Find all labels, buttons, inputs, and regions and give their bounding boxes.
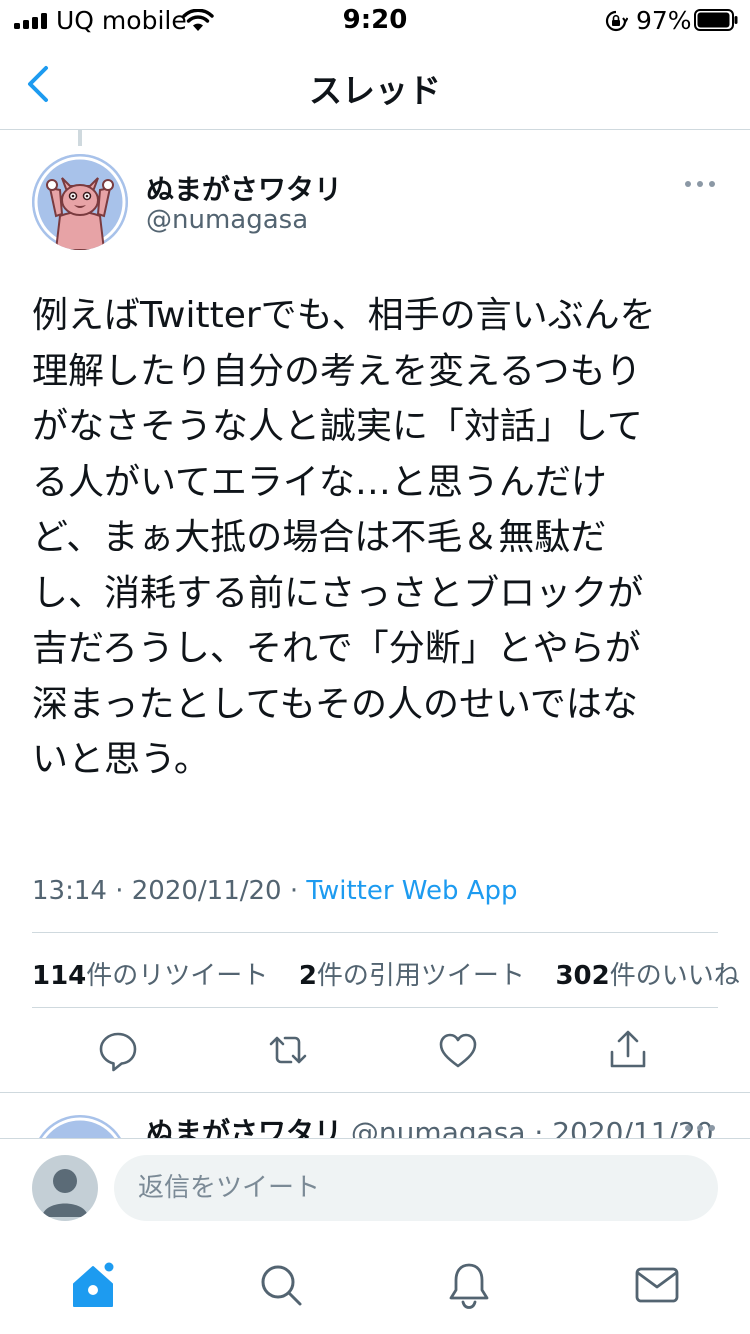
retweet-button[interactable]: [268, 1026, 308, 1074]
like-button[interactable]: [438, 1026, 478, 1074]
tweet-meta: 13:14 · 2020/11/20 · Twitter Web App: [32, 876, 518, 906]
reply-icon: [99, 1032, 137, 1072]
retweets-count: 114: [32, 961, 87, 991]
reply-button[interactable]: [98, 1026, 138, 1074]
tweet-text-line: し、消耗する前にさっさとブロックが: [32, 572, 644, 614]
bell-icon: [449, 1263, 489, 1309]
cat-character-avatar: [41, 1117, 119, 1138]
tab-search[interactable]: [258, 1260, 304, 1310]
tweet-text-line: 吉だろうし、それで「分断」とやらが: [32, 628, 641, 669]
divider: [32, 1007, 718, 1008]
tweet-source-link[interactable]: Twitter Web App: [306, 876, 517, 906]
tweet-actions: [0, 1026, 750, 1074]
home-icon: [73, 1260, 116, 1307]
page-title: スレッド: [309, 71, 441, 110]
tweet-time: 13:14: [32, 876, 107, 906]
avatar[interactable]: [32, 1155, 98, 1221]
tweet-text-line: 深まったとしてもその人のせいではな: [32, 683, 638, 725]
avatar[interactable]: [32, 1115, 128, 1138]
tweet-text-line: いと思う。: [32, 739, 210, 780]
search-icon: [261, 1265, 302, 1306]
thread-connector: [78, 130, 82, 146]
engagement-stats: 114件のリツイート 2件の引用ツイート 302件のいいね: [32, 955, 740, 992]
meta-separator: ·: [115, 876, 132, 906]
author-handle[interactable]: @numagasa: [146, 205, 308, 235]
heart-icon: [439, 1033, 477, 1068]
tweet-text-line: 理解したり自分の考えを変えるつもり: [32, 350, 642, 392]
tweet-text: 例えばTwitterでも、相手の言いぶんを 理解したり自分の考えを変えるつもり …: [32, 288, 722, 788]
status-bar: UQ mobile 9:20 97%: [0, 0, 750, 42]
tweet-text-line: ど、まぁ大抵の場合は不毛＆無駄だ: [32, 517, 607, 558]
cat-character-avatar: [32, 154, 128, 250]
rotation-lock-icon: [605, 10, 628, 32]
battery-percentage: 97%: [636, 6, 692, 35]
battery-icon: [694, 9, 738, 31]
share-button[interactable]: [608, 1026, 648, 1074]
envelope-icon: [635, 1267, 679, 1303]
tab-messages[interactable]: [634, 1260, 680, 1310]
quotes-label: 件の引用ツイート: [316, 961, 525, 991]
divider: [32, 932, 718, 933]
top-nav-bar: スレッド: [0, 42, 750, 130]
default-profile-icon: [42, 1169, 88, 1217]
reply-header: ぬまがさワタリ @numagasa · 2020/11/20: [146, 1111, 714, 1138]
retweets-label: 件のリツイート: [86, 961, 269, 991]
likes-label: 件のいいね: [609, 961, 740, 991]
share-icon: [610, 1030, 646, 1068]
tab-notifications[interactable]: [446, 1260, 492, 1310]
quotes-count: 2: [298, 961, 317, 991]
more-options-icon[interactable]: [683, 175, 717, 193]
tweet-text-line: る人がいてエライな…と思うんだけ: [32, 461, 607, 503]
reply-input[interactable]: [114, 1155, 718, 1221]
tweet-date: 2020/11/20: [131, 876, 282, 906]
tweet-text-line: がなさそうな人と誠実に「対話」して: [32, 406, 643, 447]
quotes-stat[interactable]: 2件の引用ツイート: [299, 961, 525, 991]
reply-display-name[interactable]: ぬまがさワタリ: [146, 1116, 342, 1138]
retweets-stat[interactable]: 114件のリツイート: [32, 961, 268, 991]
more-options-icon[interactable]: [683, 1119, 717, 1137]
bottom-tab-bar: [0, 1238, 750, 1334]
avatar[interactable]: [32, 154, 128, 250]
reply-tweet-preview[interactable]: ぬまがさワタリ @numagasa · 2020/11/20: [0, 1093, 750, 1138]
reply-composer: [0, 1138, 750, 1238]
retweet-icon: [269, 1036, 307, 1064]
likes-stat[interactable]: 302件のいいね: [555, 961, 739, 991]
reply-handle-date: @numagasa · 2020/11/20: [350, 1116, 714, 1138]
tweet-text-line: 例えばTwitterでも、相手の言いぶんを: [32, 295, 656, 336]
author-display-name[interactable]: ぬまがさワタリ: [146, 168, 342, 208]
likes-count: 302: [555, 961, 610, 991]
tab-home[interactable]: [70, 1260, 116, 1310]
meta-separator: ·: [289, 876, 307, 906]
